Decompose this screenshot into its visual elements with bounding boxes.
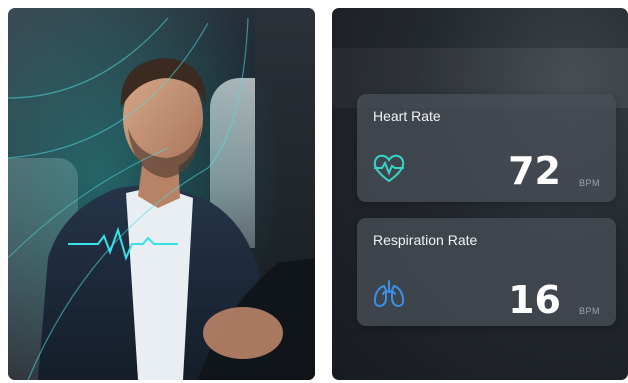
driver-illustration	[8, 8, 315, 380]
respiration-rate-card: Respiration Rate 16 BPM	[357, 218, 616, 326]
heart-rate-card: Heart Rate 72 BPM	[357, 94, 616, 202]
driver-photo	[8, 8, 315, 380]
lungs-icon	[371, 278, 407, 315]
respiration-rate-unit: BPM	[578, 306, 600, 316]
heart-rate-value: 72	[508, 149, 561, 193]
hand	[203, 307, 283, 359]
respiration-rate-label: Respiration Rate	[373, 232, 478, 248]
heart-rate-unit: BPM	[578, 178, 600, 188]
respiration-rate-value: 16	[508, 278, 561, 322]
heart-pulse-icon	[371, 152, 407, 189]
heart-rate-label: Heart Rate	[373, 108, 441, 124]
vitals-dashboard: Heart Rate 72 BPM Respiration Rate 16 BP…	[332, 8, 628, 380]
